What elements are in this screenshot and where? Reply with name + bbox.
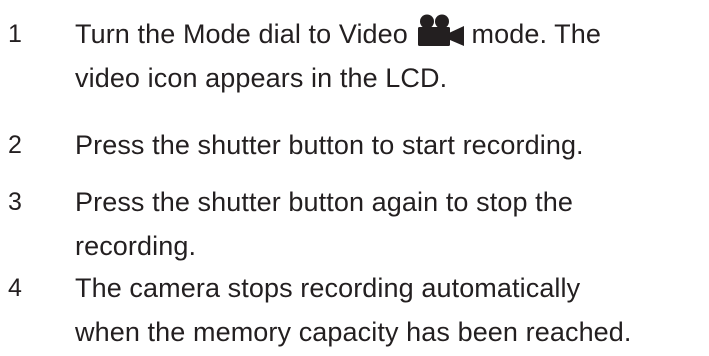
instruction-steps: 1 Turn the Mode dial to Video mode. The … — [0, 0, 709, 356]
step-number: 1 — [8, 20, 22, 48]
step-text: The camera stops recording automatically… — [75, 266, 705, 354]
step-text-line: Press the shutter button again to stop t… — [75, 187, 574, 217]
step-text-line: Press the shutter button to start record… — [75, 130, 584, 160]
step-text-line: when the memory capacity has been reache… — [75, 317, 632, 347]
step-text-line: recording. — [75, 231, 197, 261]
step-number: 3 — [8, 188, 22, 216]
step-number: 2 — [8, 131, 22, 159]
step-text: Press the shutter button to start record… — [75, 123, 705, 167]
step-text-line: The camera stops recording automatically — [75, 273, 581, 303]
step-text-line: Turn the Mode dial to Video — [75, 19, 408, 49]
step-text: Turn the Mode dial to Video mode. The vi… — [75, 12, 705, 100]
step-number: 4 — [8, 274, 22, 302]
step-text-line: video icon appears in the LCD. — [75, 63, 448, 93]
step-text: Press the shutter button again to stop t… — [75, 180, 705, 268]
video-camera-icon — [416, 14, 466, 46]
step-text-line: mode. The — [471, 19, 602, 49]
